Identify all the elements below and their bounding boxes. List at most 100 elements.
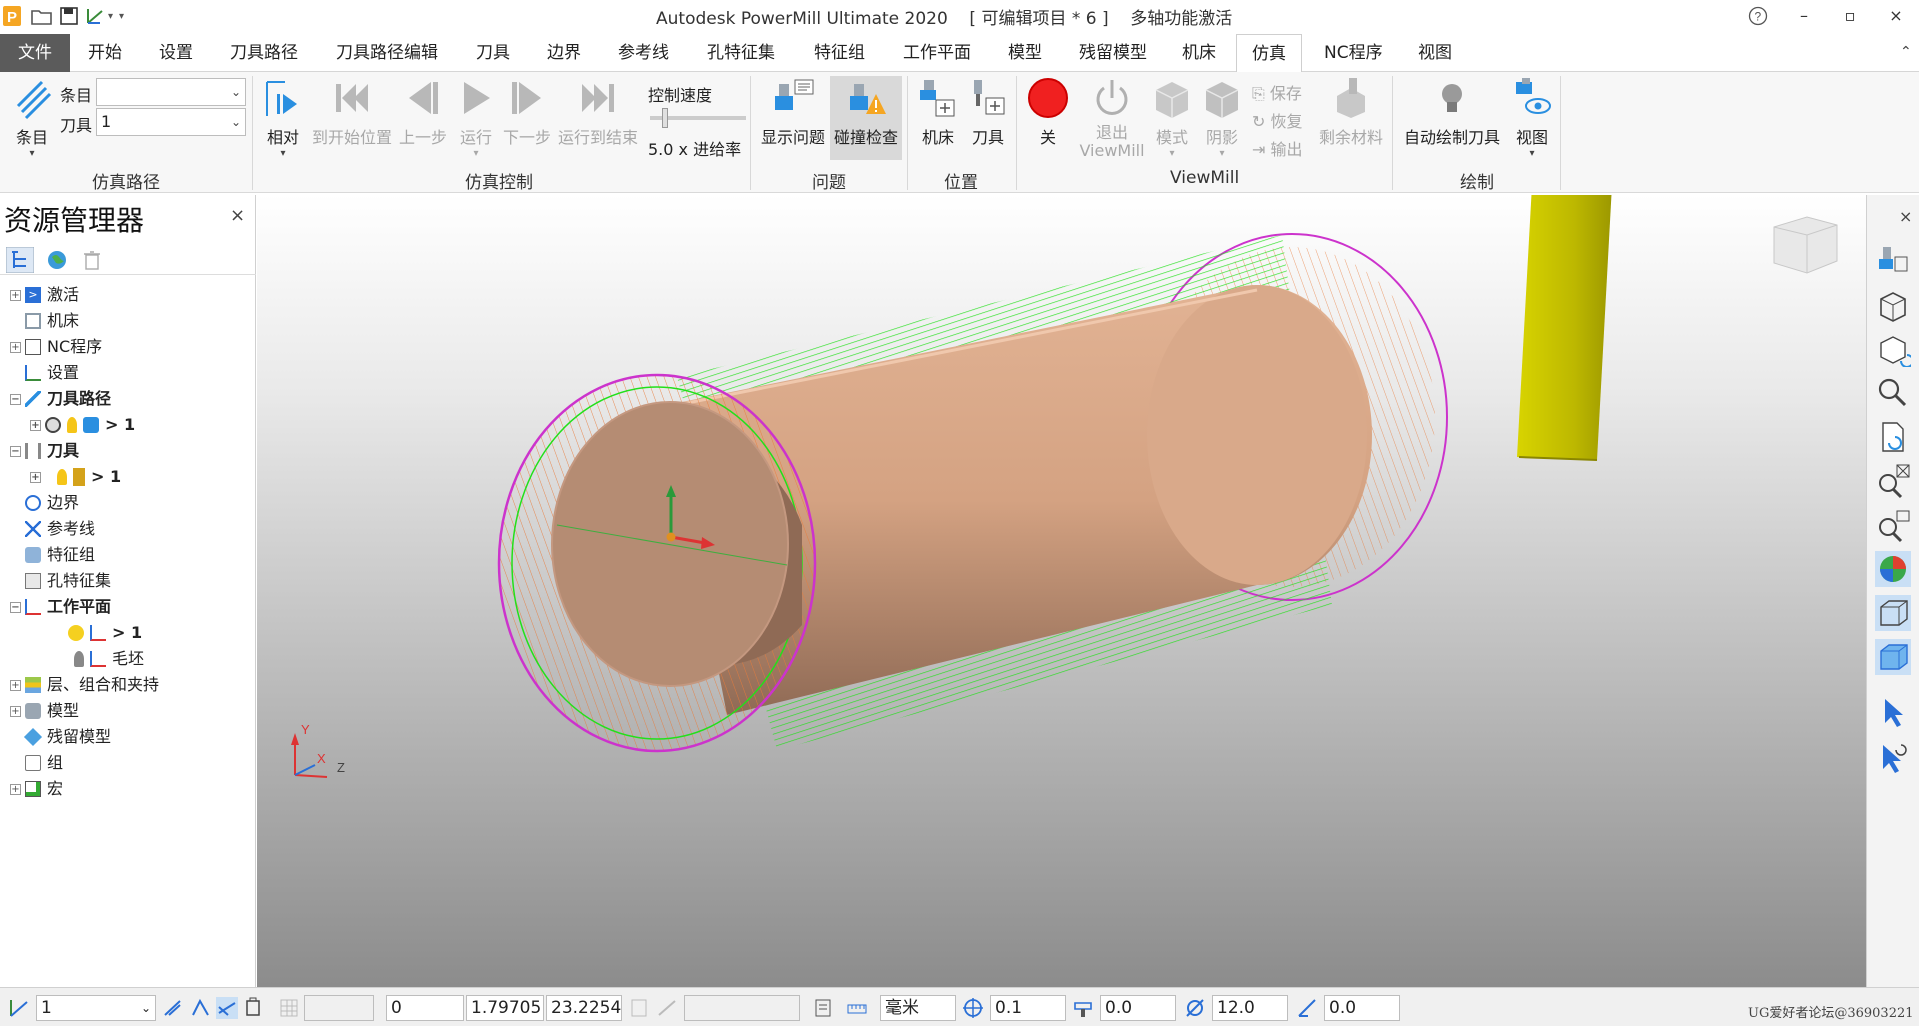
tool-select[interactable]: 1 ⌄ <box>96 108 246 136</box>
view-button[interactable]: 视图 ▾ <box>1508 76 1556 159</box>
save-stock-button[interactable]: ⎘ 保存 <box>1252 80 1302 104</box>
units-field[interactable]: 毫米 <box>880 995 956 1021</box>
calculator-icon[interactable] <box>628 997 650 1019</box>
restore-stock-button[interactable]: ↻ 恢复 <box>1252 108 1303 132</box>
to-start-button[interactable]: 到开始位置 <box>310 76 394 148</box>
relative-button[interactable]: 相对 ▾ <box>262 76 304 159</box>
rotate-view-icon[interactable] <box>1875 331 1911 367</box>
expand-icon[interactable]: + <box>30 471 41 483</box>
remaining-material-button[interactable]: 剩余材料 <box>1316 76 1386 148</box>
speed-slider[interactable] <box>650 108 746 128</box>
restore-button[interactable]: ▫ <box>1830 2 1870 30</box>
tree-item-feature-groups[interactable]: 特征组 <box>25 543 95 567</box>
tree-item-machine[interactable]: 机床 <box>25 309 79 333</box>
tree-item-groups[interactable]: 组 <box>25 751 63 775</box>
show-issues-button[interactable]: 显示问题 <box>758 76 828 148</box>
tab-simulation[interactable]: 仿真 <box>1236 34 1302 73</box>
trash-icon[interactable] <box>82 249 102 271</box>
tree-item-workplane-1[interactable]: > 1 <box>68 621 142 645</box>
tree-item-levels[interactable]: + 层、组合和夹持 <box>10 673 159 697</box>
tab-setup[interactable]: 设置 <box>155 34 197 72</box>
expand-icon[interactable]: + <box>10 289 21 301</box>
tree-item-tool-1[interactable]: + > 1 <box>30 465 121 489</box>
tree-item-boundaries[interactable]: 边界 <box>25 491 79 515</box>
document-units-icon[interactable] <box>812 997 834 1019</box>
viewmill-off-button[interactable]: 关 <box>1026 76 1070 148</box>
tab-toolpaths[interactable]: 刀具路径 <box>226 34 302 72</box>
shaded-view-icon[interactable] <box>1875 551 1911 587</box>
tab-workplanes[interactable]: 工作平面 <box>899 34 975 72</box>
expand-icon[interactable]: + <box>10 679 21 691</box>
tolerance-field[interactable]: 0.1 <box>990 995 1066 1021</box>
tolerance-target-icon[interactable] <box>962 997 984 1019</box>
tree-item-workplanes[interactable]: − 工作平面 <box>10 595 111 619</box>
tab-machine[interactable]: 机床 <box>1178 34 1220 72</box>
tab-boundaries[interactable]: 边界 <box>543 34 585 72</box>
tree-item-stock[interactable]: 毛坯 <box>74 647 144 671</box>
distance-icon[interactable] <box>656 997 678 1019</box>
coord-x-field[interactable]: 0 <box>386 995 464 1021</box>
refresh-view-icon[interactable] <box>1875 419 1911 455</box>
angle-icon[interactable] <box>1296 997 1318 1019</box>
save-icon[interactable] <box>58 5 80 27</box>
collapse-icon[interactable]: − <box>10 445 21 457</box>
angle-field[interactable]: 0.0 <box>1324 995 1400 1021</box>
tab-hole-features[interactable]: 孔特征集 <box>703 34 779 72</box>
mode-button[interactable]: 模式 ▾ <box>1150 76 1194 159</box>
run-button[interactable]: 运行 ▾ <box>454 76 498 159</box>
tree-item-setups[interactable]: 设置 <box>25 361 79 385</box>
view-toolbar-close-button[interactable]: × <box>1899 207 1912 226</box>
quick-dropdown-icon[interactable]: ▾ <box>108 11 113 22</box>
tab-feature-groups[interactable]: 特征组 <box>810 34 869 72</box>
tree-item-tools[interactable]: − 刀具 <box>10 439 79 463</box>
coord-z-field[interactable]: 23.2254 <box>546 995 622 1021</box>
zoom-to-fit-icon[interactable] <box>1875 463 1911 499</box>
machine-view-icon[interactable] <box>1875 243 1911 279</box>
shaded-box-icon[interactable] <box>1875 639 1911 675</box>
workplane-quick-icon[interactable] <box>84 5 106 27</box>
speed-slider-thumb[interactable] <box>662 108 668 128</box>
iso-view-icon[interactable] <box>1875 287 1911 323</box>
minimize-button[interactable]: – <box>1784 2 1824 30</box>
coord-y-field[interactable]: 1.79705 <box>466 995 544 1021</box>
tree-item-macros[interactable]: + 宏 <box>10 777 63 801</box>
expand-icon[interactable]: + <box>10 705 21 717</box>
expand-icon[interactable]: + <box>10 783 21 795</box>
app-logo-icon[interactable]: P <box>2 5 22 27</box>
tree-view-icon[interactable] <box>6 247 34 273</box>
boundary-snap-icon[interactable] <box>216 997 238 1019</box>
tree-item-patterns[interactable]: 参考线 <box>25 517 95 541</box>
diameter-field[interactable]: 12.0 <box>1212 995 1288 1021</box>
collision-check-button[interactable]: 碰撞检查 <box>830 76 902 160</box>
select-undo-icon[interactable] <box>1875 739 1911 775</box>
collapse-icon[interactable]: − <box>10 393 21 405</box>
tree-item-hole-features[interactable]: 孔特征集 <box>25 569 111 593</box>
zoom-box-icon[interactable] <box>1875 507 1911 543</box>
tree-item-stock-models[interactable]: 残留模型 <box>23 725 111 749</box>
ribbon-collapse-icon[interactable]: ⌃ <box>1900 44 1912 60</box>
globe-icon[interactable] <box>46 249 68 271</box>
thickness-field[interactable]: 0.0 <box>1100 995 1176 1021</box>
export-stock-button[interactable]: ⇥ 输出 <box>1252 136 1303 160</box>
grid-icon[interactable] <box>278 997 300 1019</box>
graphics-viewport[interactable]: Y X Z <box>257 195 1866 987</box>
simulation-scene[interactable]: Y X Z <box>257 195 1866 987</box>
tab-models[interactable]: 模型 <box>1004 34 1046 72</box>
tree-item-toolpaths[interactable]: − 刀具路径 <box>10 387 111 411</box>
diameter-icon[interactable] <box>1184 997 1206 1019</box>
auto-draw-tool-button[interactable]: 自动绘制刀具 <box>1400 76 1504 148</box>
open-folder-icon[interactable] <box>30 5 54 27</box>
shade-button[interactable]: 阴影 ▾ <box>1200 76 1244 159</box>
clamp-icon[interactable] <box>242 997 264 1019</box>
tab-patterns[interactable]: 参考线 <box>614 34 673 72</box>
run-to-end-button[interactable]: 运行到结束 <box>556 76 640 148</box>
tab-home[interactable]: 开始 <box>84 34 126 72</box>
tree-item-toolpath-1[interactable]: + > 1 <box>30 413 135 437</box>
prev-step-button[interactable]: 上一步 <box>398 76 448 148</box>
tab-file[interactable]: 文件 <box>0 34 70 72</box>
tab-toolpath-edit[interactable]: 刀具路径编辑 <box>332 34 442 72</box>
tab-tools[interactable]: 刀具 <box>472 34 514 72</box>
tree-item-models[interactable]: + 模型 <box>10 699 79 723</box>
tab-nc-programs[interactable]: NC程序 <box>1320 34 1387 72</box>
expand-icon[interactable]: + <box>30 419 41 431</box>
